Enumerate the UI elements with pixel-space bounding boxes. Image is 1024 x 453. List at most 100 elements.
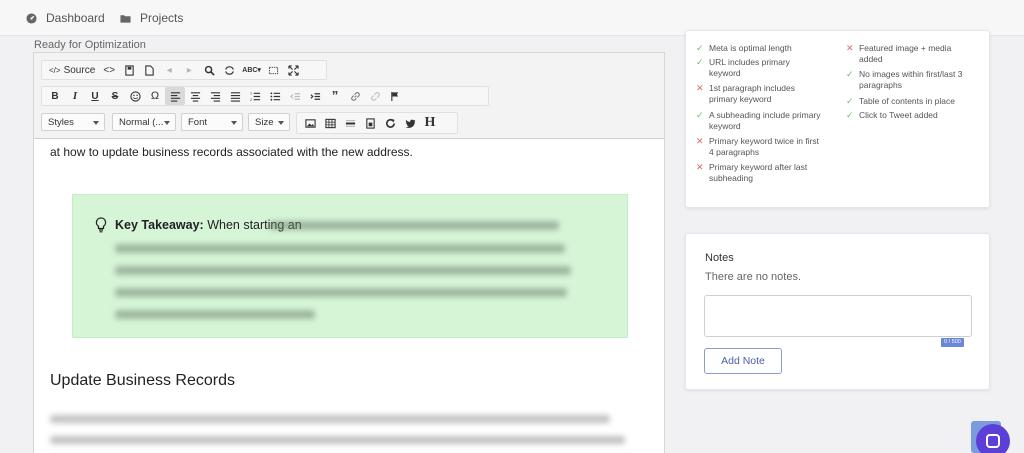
size-dropdown-label: Size — [255, 116, 274, 128]
nav-projects[interactable]: Projects — [120, 10, 183, 26]
find-button[interactable] — [199, 61, 219, 79]
note-input[interactable] — [704, 295, 972, 337]
special-char-button[interactable]: Ω — [145, 87, 165, 105]
emoji-button[interactable] — [125, 87, 145, 105]
twitter-button[interactable] — [400, 114, 420, 132]
editor-toolbar: </> Source <> ◂ ▸ ABC▾ B I U S Ω 1 2 ” S… — [34, 53, 664, 139]
size-dropdown[interactable]: Size — [248, 113, 290, 131]
notes-title: Notes — [705, 252, 734, 264]
blurred-text — [115, 310, 315, 319]
justify-button[interactable] — [225, 87, 245, 105]
heading-button[interactable]: H — [420, 114, 440, 132]
check-icon: ✓ — [696, 57, 704, 67]
table-icon — [324, 118, 336, 128]
format-dropdown[interactable]: Normal (... — [112, 113, 176, 131]
chevron-down-icon — [278, 121, 284, 125]
bold-button[interactable]: B — [45, 87, 65, 105]
new-page-button[interactable] — [139, 61, 159, 79]
folder-icon — [120, 14, 131, 23]
key-takeaway-box: Key Takeaway: When starting an — [72, 194, 628, 338]
lightbulb-icon — [95, 217, 107, 233]
blurred-text — [269, 221, 559, 230]
smiley-icon — [129, 90, 141, 102]
table-button[interactable] — [320, 114, 340, 132]
redo-button[interactable]: ▸ — [179, 61, 199, 79]
check-icon: ✓ — [846, 96, 854, 106]
outdent-button[interactable] — [285, 87, 305, 105]
align-center-button[interactable] — [185, 87, 205, 105]
toolbar-row-3: H — [296, 112, 458, 134]
maximize-icon — [288, 64, 300, 76]
italic-icon: I — [72, 90, 78, 102]
bold-icon: B — [51, 90, 59, 102]
cross-icon: ✕ — [846, 43, 854, 53]
italic-button[interactable]: I — [65, 87, 85, 105]
omega-icon: Ω — [150, 90, 160, 102]
save-button[interactable] — [119, 61, 139, 79]
editor-status-label: Ready for Optimization — [34, 39, 146, 51]
dashboard-icon — [26, 12, 37, 24]
link-button[interactable] — [345, 87, 365, 105]
font-dropdown-label: Font — [188, 116, 208, 128]
checklist-item-text: Featured image + media added — [859, 43, 952, 64]
unlink-button[interactable] — [365, 87, 385, 105]
seo-checklist-card: ✓ Meta is optimal length ✓ URL includes … — [685, 30, 990, 208]
cross-icon: ✕ — [696, 136, 704, 146]
blurred-text — [115, 266, 571, 275]
select-all-icon — [269, 66, 279, 74]
maximize-button[interactable] — [284, 61, 304, 79]
nav-dashboard[interactable]: Dashboard — [26, 10, 105, 26]
numbered-list-button[interactable]: 12 — [245, 87, 265, 105]
indent-icon — [309, 92, 320, 100]
anchor-button[interactable] — [385, 87, 405, 105]
page-break-icon — [365, 117, 375, 129]
spellcheck-button[interactable]: ABC▾ — [239, 61, 264, 79]
toolbar-row-1: </> Source <> ◂ ▸ ABC▾ — [41, 60, 327, 80]
horizontal-rule-button[interactable] — [340, 114, 360, 132]
code-snippet-button[interactable]: <> — [99, 61, 119, 79]
checklist-item-text: No images within first/last 3 paragraphs — [859, 69, 963, 90]
key-takeaway-label: Key Takeaway: — [115, 218, 204, 232]
strikethrough-button[interactable]: S — [105, 87, 125, 105]
underline-button[interactable]: U — [85, 87, 105, 105]
format-dropdown-label: Normal (... — [119, 116, 164, 128]
styles-dropdown[interactable]: Styles — [41, 113, 105, 131]
chevron-down-icon — [164, 121, 170, 125]
select-all-button[interactable] — [264, 61, 284, 79]
replace-icon — [225, 65, 234, 75]
checklist-item-text: 1st paragraph includes primary keyword — [709, 83, 796, 104]
svg-text:1: 1 — [250, 91, 252, 95]
blurred-text — [115, 244, 565, 253]
unlink-icon — [370, 91, 380, 101]
add-note-button[interactable]: Add Note — [704, 348, 782, 374]
bullet-list-button[interactable] — [265, 87, 285, 105]
checklist-item-text: Meta is optimal length — [709, 43, 792, 53]
cross-icon: ✕ — [696, 83, 704, 93]
image-button[interactable] — [300, 114, 320, 132]
checklist-item-text: Click to Tweet added — [859, 110, 938, 120]
refresh-button[interactable] — [380, 114, 400, 132]
spellcheck-icon: ABC▾ — [242, 67, 261, 74]
horizontal-rule-icon — [345, 119, 355, 127]
save-icon — [125, 64, 134, 76]
source-button[interactable]: </> Source — [45, 61, 99, 79]
align-center-icon — [190, 91, 200, 102]
chat-launcher-button[interactable] — [976, 424, 1010, 453]
outdent-icon — [289, 92, 300, 100]
align-right-button[interactable] — [205, 87, 225, 105]
nav-projects-label: Projects — [140, 11, 184, 25]
indent-button[interactable] — [305, 87, 325, 105]
blurred-text — [50, 415, 610, 423]
align-left-button[interactable] — [165, 87, 185, 105]
blurred-text — [50, 436, 625, 444]
font-dropdown[interactable]: Font — [181, 113, 243, 131]
editor-content[interactable]: at how to update business records associ… — [34, 140, 664, 453]
replace-button[interactable] — [219, 61, 239, 79]
twitter-icon — [405, 119, 415, 128]
undo-icon: ◂ — [166, 64, 172, 76]
undo-button[interactable]: ◂ — [159, 61, 179, 79]
blockquote-button[interactable]: ” — [325, 87, 345, 105]
flag-icon — [390, 91, 398, 101]
page-break-button[interactable] — [360, 114, 380, 132]
image-icon — [304, 118, 316, 128]
